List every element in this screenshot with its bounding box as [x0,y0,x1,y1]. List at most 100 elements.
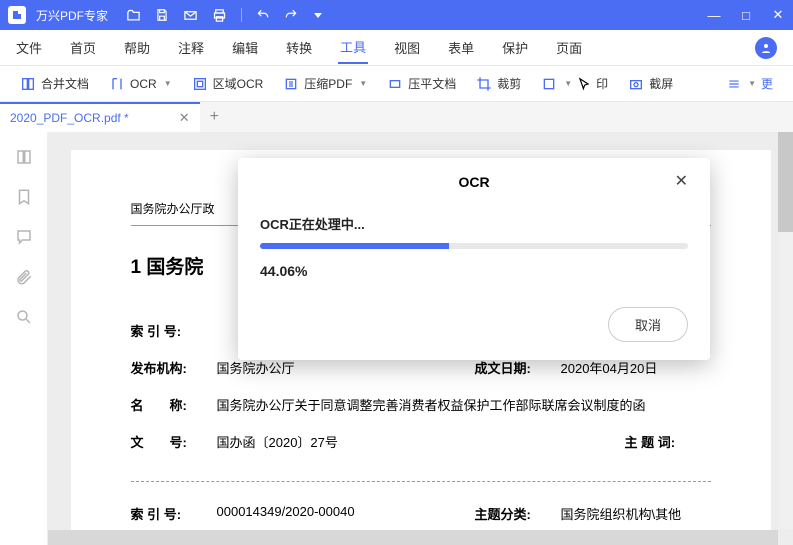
search-icon[interactable] [15,308,33,326]
divider [241,8,242,22]
tool-flatten-label: 压平文档 [408,75,456,92]
row-label: 发布机构: [131,358,217,377]
tab-label: 2020_PDF_OCR.pdf * [10,111,129,125]
chevron-down-icon: ▼ [359,79,367,88]
menu-form[interactable]: 表单 [446,32,476,63]
minimize-button[interactable]: — [707,8,721,23]
chevron-down-icon: ▼ [748,79,756,88]
tool-more[interactable]: ▼ 更 [721,75,779,92]
row-value: 国务院办公厅 [217,358,475,377]
menu-tools[interactable]: 工具 [338,31,368,64]
flatten-icon [387,76,403,92]
row-value: 2020年04月20日 [561,358,711,377]
menu-home[interactable]: 首页 [68,32,98,63]
chevron-down-icon: ▼ [164,79,172,88]
dialog-status: OCR正在处理中... [260,214,688,233]
menu-page[interactable]: 页面 [554,32,584,63]
tool-watermark[interactable]: ▼ 印 [535,75,614,92]
tool-flatten[interactable]: 压平文档 [381,75,462,92]
scrollbar-vertical[interactable] [778,132,793,529]
bookmark-icon[interactable] [15,188,33,206]
sidebar [0,132,48,545]
merge-icon [20,76,36,92]
tool-screenshot[interactable]: 截屏 [622,75,679,92]
crop-icon [476,76,492,92]
user-avatar[interactable] [755,37,777,59]
row-value: 国务院办公厅关于同意调整完善消费者权益保护工作部际联席会议制度的函 [217,395,711,414]
row-value: 国务院组织机构\其他 [561,504,711,523]
tool-merge[interactable]: 合并文档 [14,75,95,92]
lines-icon [727,77,741,91]
tab-document[interactable]: 2020_PDF_OCR.pdf * ✕ [0,102,200,132]
close-icon[interactable]: ✕ [675,174,688,190]
tool-compress[interactable]: 压缩PDF ▼ [277,75,373,92]
scrollbar-horizontal[interactable] [48,530,778,545]
menu-protect[interactable]: 保护 [500,32,530,63]
ocr-progress-dialog: OCR ✕ OCR正在处理中... 44.06% 取消 [238,158,710,360]
doc-row: 名 称: 国务院办公厅关于同意调整完善消费者权益保护工作部际联席会议制度的函 [131,395,711,414]
tool-print-label: 印 [596,75,608,92]
cursor-icon [577,77,591,91]
tool-merge-label: 合并文档 [41,75,89,92]
menu-help[interactable]: 帮助 [122,32,152,63]
progress-bar [260,243,688,249]
tool-area-ocr[interactable]: 区域OCR [186,75,270,92]
menu-file[interactable]: 文件 [14,32,44,63]
row-value: 国办函〔2020〕27号 [217,432,625,451]
comment-icon[interactable] [15,228,33,246]
app-logo [8,6,26,24]
screenshot-icon [628,76,644,92]
cancel-button[interactable]: 取消 [608,307,688,342]
thumbnails-icon[interactable] [15,148,33,166]
menu-edit[interactable]: 编辑 [230,32,260,63]
menu-convert[interactable]: 转换 [284,32,314,63]
doc-row: 索 引 号: 000014349/2020-00040 主题分类: 国务院组织机… [131,504,711,523]
tool-screenshot-label: 截屏 [649,75,673,92]
area-ocr-icon [192,76,208,92]
app-name: 万兴PDF专家 [36,7,108,24]
progress-percent: 44.06% [260,263,688,279]
menu-annotate[interactable]: 注释 [176,32,206,63]
doc-row: 文 号: 国办函〔2020〕27号 主 题 词: [131,432,711,451]
folder-open-icon[interactable] [126,8,141,23]
quick-tools [126,8,324,23]
dropdown-icon[interactable] [312,9,324,21]
progress-fill [260,243,449,249]
attachment-icon[interactable] [15,268,33,286]
row-label: 成文日期: [475,358,561,377]
tabbar: 2020_PDF_OCR.pdf * ✕ + [0,102,793,132]
row-value: 000014349/2020-00040 [217,504,475,523]
row-label: 名 称: [131,395,217,414]
tool-crop[interactable]: 裁剪 [470,75,527,92]
menubar: 文件 首页 帮助 注释 编辑 转换 工具 视图 表单 保护 页面 [0,30,793,66]
scrollbar-thumb[interactable] [48,530,778,545]
tool-more-label: 更 [761,75,773,92]
tab-close-icon[interactable]: ✕ [179,110,190,126]
chevron-down-icon: ▼ [564,79,572,88]
tab-add-button[interactable]: + [200,102,229,132]
toolbar: 合并文档 OCR ▼ 区域OCR 压缩PDF ▼ 压平文档 裁剪 ▼ 印 截屏 … [0,66,793,102]
tool-area-ocr-label: 区域OCR [213,75,264,92]
doc-row: 发布机构: 国务院办公厅 成文日期: 2020年04月20日 [131,358,711,377]
scrollbar-thumb[interactable] [778,132,793,232]
print-icon[interactable] [212,8,227,23]
maximize-button[interactable]: □ [739,8,753,23]
save-icon[interactable] [155,8,169,22]
dialog-title: OCR [458,174,489,190]
window-controls: — □ ✕ [707,7,785,23]
undo-icon[interactable] [256,8,270,22]
redo-icon[interactable] [284,8,298,22]
titlebar: 万兴PDF专家 — □ ✕ [0,0,793,30]
tool-ocr[interactable]: OCR ▼ [103,76,178,92]
close-window-button[interactable]: ✕ [771,7,785,23]
tool-crop-label: 裁剪 [497,75,521,92]
watermark-icon [541,76,557,92]
compress-icon [283,76,299,92]
row-label: 文 号: [131,432,217,451]
doc-dashed-rule [131,481,711,482]
mail-icon[interactable] [183,8,198,23]
doc-header-left: 国务院办公厅政 [131,200,215,217]
menu-view[interactable]: 视图 [392,32,422,63]
tool-compress-label: 压缩PDF [304,75,352,92]
tool-ocr-label: OCR [130,77,157,91]
